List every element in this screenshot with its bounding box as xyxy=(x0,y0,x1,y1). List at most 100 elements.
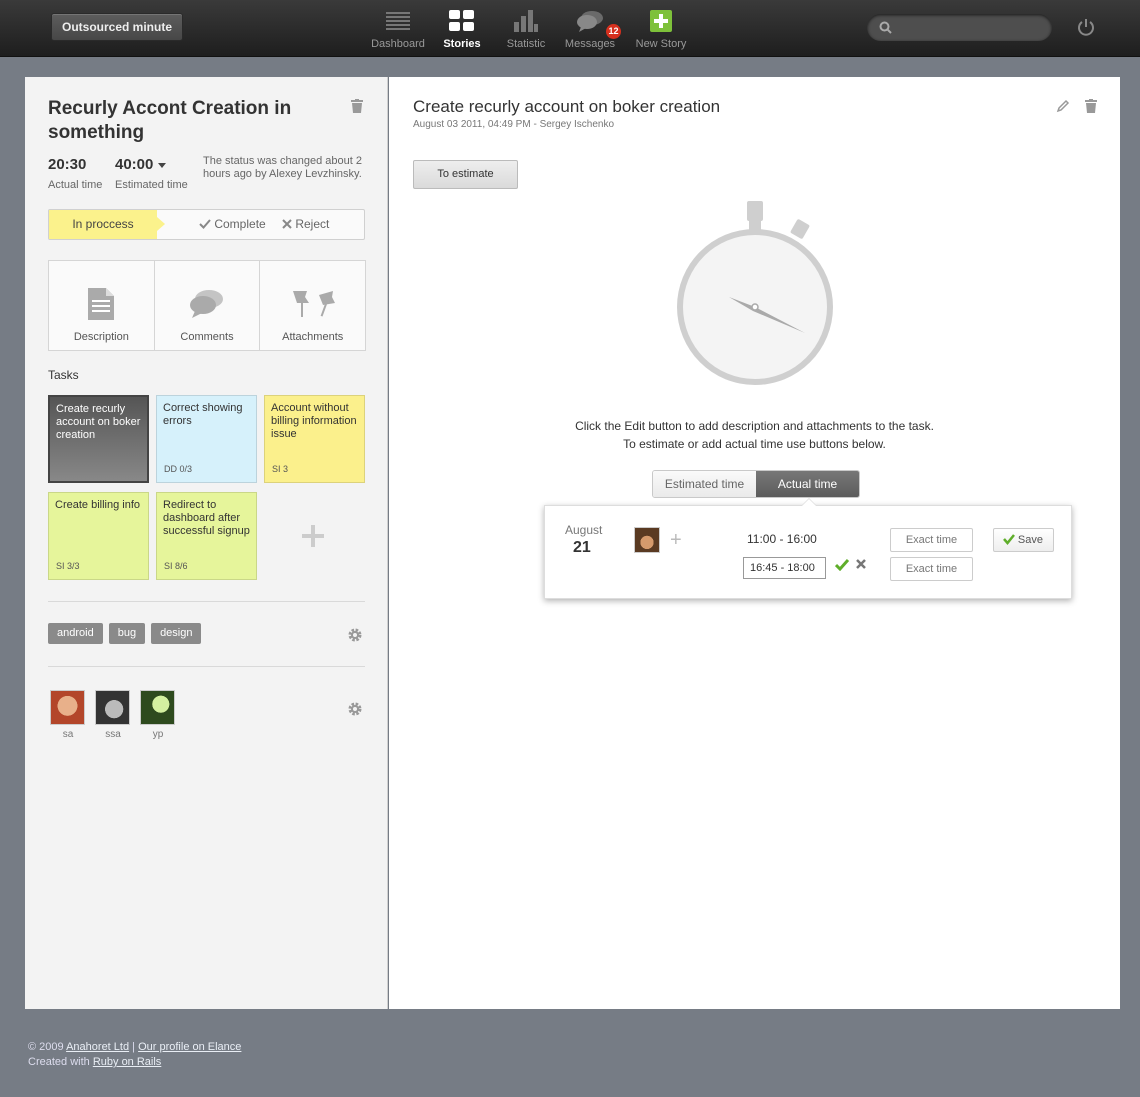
tab-attachments[interactable]: Attachments xyxy=(260,261,365,350)
close-icon xyxy=(282,219,292,229)
task-card[interactable]: Redirect to dashboard after successful s… xyxy=(156,492,257,580)
messages-icon xyxy=(577,11,603,32)
task-title: Account without billing information issu… xyxy=(271,402,357,440)
time-toggle: Estimated time Actual time xyxy=(652,470,860,498)
tab-attachments-label: Attachments xyxy=(282,331,344,343)
stopwatch-icon xyxy=(677,201,833,385)
task-detail-panel: Create recurly account on boker creation… xyxy=(389,77,1120,1009)
power-icon[interactable] xyxy=(1077,18,1095,36)
task-card[interactable]: Account without billing information issu… xyxy=(264,395,365,483)
tab-comments[interactable]: Comments xyxy=(155,261,261,350)
company-link[interactable]: Anahoret Ltd xyxy=(66,1041,129,1053)
elance-profile-link[interactable]: Our profile on Elance xyxy=(138,1041,241,1053)
tab-actual-time[interactable]: Actual time xyxy=(756,471,859,497)
top-bar: Outsourced minute Dashboard Stories Stat… xyxy=(0,0,1140,57)
story-tabs: Description Comments Attachments xyxy=(48,260,366,351)
time-range: 11:00 - 16:00 xyxy=(747,532,817,546)
tag[interactable]: bug xyxy=(108,623,146,644)
nav-messages-label: Messages xyxy=(564,38,616,50)
estimated-time-text: 40:00 xyxy=(115,156,154,173)
task-code: DD 0/3 xyxy=(164,464,193,474)
actual-time-value: 20:30 xyxy=(48,156,87,173)
task-meta: August 03 2011, 04:49 PM - Sergey Ischen… xyxy=(413,119,615,130)
exact-time-button[interactable]: Exact time xyxy=(890,528,973,552)
user-name: sa xyxy=(62,729,74,740)
divider xyxy=(48,666,365,667)
avatar xyxy=(140,690,175,725)
task-card[interactable]: Create billing info SI 3/3 xyxy=(48,492,149,580)
gear-icon[interactable] xyxy=(347,701,363,717)
stories-icon xyxy=(449,10,474,31)
avatar xyxy=(50,690,85,725)
save-label: Save xyxy=(1017,534,1043,546)
tag[interactable]: design xyxy=(151,623,202,644)
exact-time-button[interactable]: Exact time xyxy=(890,557,973,581)
user-item[interactable]: yp xyxy=(140,690,176,740)
pencil-icon[interactable] xyxy=(1056,99,1070,113)
save-button[interactable]: Save xyxy=(993,528,1054,552)
time-range-input[interactable] xyxy=(743,557,826,579)
complete-button[interactable]: Complete xyxy=(199,210,266,239)
main-nav: Dashboard Stories Statistic Messages 12 … xyxy=(368,8,694,50)
hint-text: Click the Edit button to add description… xyxy=(389,417,1120,453)
brand-button[interactable]: Outsourced minute xyxy=(51,13,183,41)
search-input[interactable] xyxy=(867,14,1052,41)
hint-line: To estimate or add actual time use butto… xyxy=(623,437,886,451)
avatar[interactable] xyxy=(634,527,660,553)
nav-dashboard-label: Dashboard xyxy=(371,38,425,50)
actual-time-label: Actual time xyxy=(48,179,103,191)
user-list: sa ssa yp xyxy=(50,690,185,740)
user-item[interactable]: sa xyxy=(50,690,86,740)
dashboard-icon xyxy=(386,12,410,30)
cancel-icon[interactable] xyxy=(856,559,866,569)
reject-button[interactable]: Reject xyxy=(282,210,329,239)
document-icon xyxy=(88,288,115,320)
tab-comments-label: Comments xyxy=(180,331,234,343)
trash-icon[interactable] xyxy=(351,99,363,113)
copyright: © 2009 xyxy=(28,1041,64,1053)
task-code: SI 3/3 xyxy=(56,561,80,571)
estimated-time-value[interactable]: 40:00 xyxy=(115,156,166,173)
task-code: SI 3 xyxy=(272,464,289,474)
nav-new-story-label: New Story xyxy=(635,38,687,50)
confirm-check-icon[interactable] xyxy=(835,559,849,571)
tab-description[interactable]: Description xyxy=(49,261,155,350)
search-icon xyxy=(879,21,892,34)
status-note: The status was changed about 2 hours ago… xyxy=(203,155,362,180)
status-in-process[interactable]: In proccess xyxy=(49,210,165,239)
hint-line: Click the Edit button to add description… xyxy=(575,419,934,433)
story-panel: Recurly Accont Creation in something 20:… xyxy=(25,77,388,1009)
add-task-button[interactable] xyxy=(262,492,363,580)
chevron-down-icon xyxy=(157,162,166,168)
reject-label: Reject xyxy=(295,217,330,231)
nav-statistic-label: Statistic xyxy=(506,38,546,50)
story-title: Recurly Accont Creation in something xyxy=(48,98,292,143)
nav-messages[interactable]: Messages 12 xyxy=(560,8,621,50)
statistic-icon xyxy=(514,10,538,32)
task-title: Redirect to dashboard after successful s… xyxy=(163,499,250,537)
user-item[interactable]: ssa xyxy=(95,690,131,740)
trash-icon[interactable] xyxy=(1085,99,1097,113)
nav-stories[interactable]: Stories xyxy=(432,8,492,50)
status-bar: In proccess Complete Reject xyxy=(48,209,365,240)
rails-link[interactable]: Ruby on Rails xyxy=(93,1056,161,1068)
to-estimate-button[interactable]: To estimate xyxy=(413,160,518,189)
add-user-button[interactable]: + xyxy=(670,530,682,550)
nav-statistic[interactable]: Statistic xyxy=(496,8,556,50)
nav-new-story[interactable]: New Story xyxy=(632,8,690,50)
tasks-heading: Tasks xyxy=(48,368,79,382)
nav-dashboard[interactable]: Dashboard xyxy=(368,8,428,50)
task-card[interactable]: Correct showing errors DD 0/3 xyxy=(156,395,257,483)
task-card[interactable]: Create recurly account on boker creation xyxy=(48,395,149,483)
created-with: Created with xyxy=(28,1056,90,1068)
new-story-icon xyxy=(650,10,672,32)
tab-estimated-time[interactable]: Estimated time xyxy=(653,471,756,497)
task-code: SI 8/6 xyxy=(164,561,188,571)
pushpin-icon xyxy=(292,291,335,317)
nav-stories-label: Stories xyxy=(443,38,481,50)
tab-description-label: Description xyxy=(73,331,129,343)
tag[interactable]: android xyxy=(48,623,103,644)
entry-day: 21 xyxy=(573,539,591,556)
gear-icon[interactable] xyxy=(347,627,363,643)
task-title: Create recurly account on boker creation xyxy=(413,97,721,116)
